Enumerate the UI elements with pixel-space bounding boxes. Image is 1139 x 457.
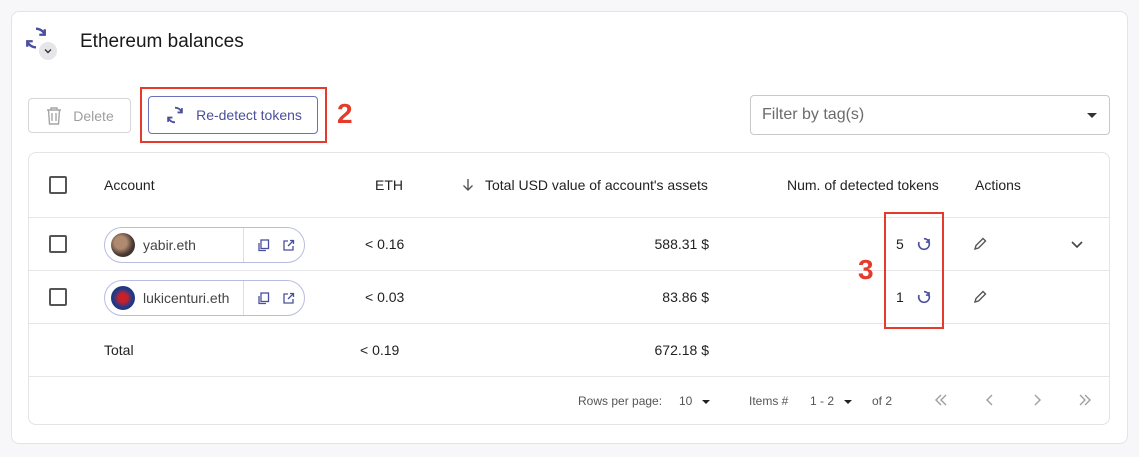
last-page-icon[interactable]	[1077, 392, 1093, 411]
prev-page-icon[interactable]	[982, 392, 998, 411]
table-row: yabir.eth < 0.16 588.31 $ 5	[29, 218, 1109, 271]
pagination-footer: Rows per page: 10 Items # 1 - 2 of 2	[29, 377, 1109, 424]
chevron-down-icon[interactable]	[39, 42, 57, 60]
first-page-icon[interactable]	[933, 392, 949, 411]
avatar	[111, 233, 135, 257]
expand-row-icon[interactable]	[1069, 218, 1085, 270]
column-header-account[interactable]: Account	[104, 153, 155, 217]
row-checkbox[interactable]	[49, 288, 67, 306]
annotation-3: 3	[858, 254, 874, 285]
items-total: of 2	[872, 394, 893, 408]
card-header: Ethereum balances	[22, 22, 244, 62]
refresh-menu[interactable]	[22, 22, 62, 62]
balances-table: Account ETH Total USD value of account's…	[28, 152, 1110, 425]
account-chip[interactable]: yabir.eth	[104, 227, 305, 263]
account-name: yabir.eth	[143, 237, 196, 253]
items-range-select[interactable]: 1 - 2	[810, 394, 853, 408]
edit-icon[interactable]	[973, 218, 987, 270]
column-header-tokens[interactable]: Num. of detected tokens	[787, 153, 939, 217]
column-header-actions: Actions	[975, 177, 1021, 193]
page-title: Ethereum balances	[80, 31, 244, 52]
select-all-checkbox[interactable]	[49, 176, 67, 194]
column-header-usd[interactable]: Total USD value of account's assets	[461, 153, 708, 217]
copy-icon[interactable]	[255, 237, 271, 253]
usd-value: 588.31 $	[654, 236, 710, 252]
redetect-label: Re-detect tokens	[196, 107, 302, 123]
sort-arrow-down-icon	[463, 179, 473, 191]
delete-label: Delete	[73, 107, 114, 124]
edit-icon[interactable]	[973, 271, 987, 323]
total-usd: 672.18 $	[654, 342, 710, 358]
tag-filter-placeholder: Filter by tag(s)	[762, 106, 865, 123]
usd-value: 83.86 $	[662, 289, 709, 305]
table-row: lukicenturi.eth < 0.03 83.86 $ 1	[29, 271, 1109, 324]
total-row: Total < 0.19 672.18 $	[29, 324, 1109, 377]
next-page-icon[interactable]	[1029, 392, 1045, 411]
rows-per-page-label: Rows per page:	[578, 394, 663, 408]
external-link-icon[interactable]	[280, 290, 296, 306]
dropdown-caret-icon	[702, 399, 711, 404]
annotation-box-3	[884, 212, 944, 329]
eth-value: < 0.03	[365, 289, 405, 305]
dropdown-caret-icon	[844, 399, 853, 404]
account-chip[interactable]: lukicenturi.eth	[104, 280, 305, 316]
total-eth: < 0.19	[360, 342, 400, 358]
rows-per-page-select[interactable]: 10	[679, 394, 711, 408]
dropdown-caret-icon	[1087, 113, 1097, 118]
external-link-icon[interactable]	[280, 237, 296, 253]
row-checkbox[interactable]	[49, 235, 67, 253]
table-header-row: Account ETH Total USD value of account's…	[29, 153, 1109, 218]
copy-icon[interactable]	[255, 290, 271, 306]
redetect-tokens-button[interactable]: Re-detect tokens	[148, 96, 318, 134]
column-header-usd-label: Total USD value of account's assets	[485, 177, 708, 193]
delete-button[interactable]: Delete	[28, 98, 131, 133]
avatar	[111, 286, 135, 310]
items-label: Items #	[749, 394, 789, 408]
trash-icon	[47, 106, 62, 125]
column-header-eth[interactable]: ETH	[375, 153, 403, 217]
tag-filter-select[interactable]: Filter by tag(s)	[750, 95, 1110, 135]
refresh-icon	[167, 106, 183, 124]
total-label: Total	[104, 342, 134, 358]
annotation-2: 2	[337, 98, 353, 129]
account-name: lukicenturi.eth	[143, 290, 230, 306]
eth-value: < 0.16	[365, 236, 405, 252]
